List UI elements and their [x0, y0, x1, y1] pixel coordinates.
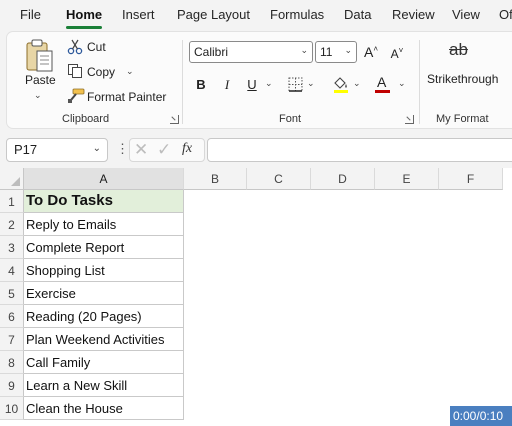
chevron-down-icon: ⌄ [92, 143, 101, 154]
paste-button[interactable]: Paste [25, 73, 56, 87]
insert-function-button[interactable]: fx [182, 141, 192, 157]
row-header[interactable]: 8 [0, 351, 24, 374]
tab-review[interactable]: Review [392, 7, 435, 22]
formula-input[interactable] [207, 138, 512, 162]
ribbon: Paste ⌄ Cut Copy ⌄ Format Painter Clipbo… [6, 31, 512, 129]
row-header[interactable]: 10 [0, 397, 24, 420]
borders-dropdown-chevron-icon[interactable]: ⌄ [307, 78, 315, 89]
format-painter-icon [67, 88, 85, 109]
font-size-select[interactable]: 11 ⌄ [315, 41, 357, 63]
task-cell[interactable]: Clean the House [24, 397, 184, 420]
grow-font-button[interactable]: A˄ [363, 44, 379, 60]
row-header[interactable]: 9 [0, 374, 24, 397]
font-color-dropdown-chevron-icon[interactable]: ⌄ [398, 78, 406, 89]
tab-home[interactable]: Home [66, 7, 102, 22]
name-box[interactable]: P17 ⌄ [6, 138, 108, 162]
underline-button[interactable]: U [244, 77, 260, 92]
table-header-cell[interactable]: To Do Tasks [24, 190, 184, 213]
spreadsheet-grid[interactable]: A B C D E F 1 To Do Tasks 2 Reply to Emails 3 Compl… [0, 168, 512, 426]
font-color-bar [375, 90, 390, 93]
font-name-select[interactable]: Calibri ⌄ [189, 41, 313, 63]
shrink-font-button[interactable]: A˅ [389, 46, 405, 61]
italic-button[interactable]: I [219, 77, 235, 93]
row-header[interactable]: 5 [0, 282, 24, 305]
row-header[interactable]: 6 [0, 305, 24, 328]
row-header[interactable]: 1 [0, 190, 24, 213]
font-size-value: 11 [320, 45, 333, 59]
excel-window: File Home Insert Page Layout Formulas Da… [0, 0, 512, 426]
font-launcher-icon[interactable] [405, 115, 414, 124]
tab-page-layout[interactable]: Page Layout [177, 7, 250, 22]
tab-formulas[interactable]: Formulas [270, 7, 324, 22]
tab-data[interactable]: Data [344, 7, 371, 22]
font-group-label: Font [279, 113, 302, 125]
chevron-down-icon: ⌄ [344, 45, 352, 55]
shrink-font-glyph: A [390, 47, 399, 61]
select-all-button[interactable] [0, 168, 24, 190]
formula-actions: ✕ ✓ fx [129, 138, 205, 162]
strikethrough-button[interactable]: Strikethrough [427, 72, 498, 86]
fill-color-icon[interactable] [332, 75, 350, 98]
grow-font-glyph: A [363, 44, 374, 60]
task-cell[interactable]: Complete Report [24, 236, 184, 259]
task-cell[interactable]: Call Family [24, 351, 184, 374]
tab-file[interactable]: File [20, 7, 41, 22]
clipboard-group-label: Clipboard [62, 113, 110, 125]
ribbon-divider [419, 40, 420, 124]
column-header-b[interactable]: B [184, 168, 247, 190]
font-name-value: Calibri [194, 45, 229, 59]
tab-overflow[interactable]: Of [499, 7, 512, 22]
task-cell[interactable]: Exercise [24, 282, 184, 305]
task-cell[interactable]: Reading (20 Pages) [24, 305, 184, 328]
tab-view[interactable]: View [452, 7, 480, 22]
column-header-e[interactable]: E [375, 168, 439, 190]
tab-insert[interactable]: Insert [122, 7, 155, 22]
column-header-f[interactable]: F [439, 168, 503, 190]
video-timer: 0:00/0:10 [450, 406, 512, 426]
row-header[interactable]: 2 [0, 213, 24, 236]
font-color-glyph: A [377, 74, 387, 90]
fill-color-dropdown-chevron-icon[interactable]: ⌄ [353, 78, 361, 89]
copy-icon [67, 63, 83, 84]
row-header[interactable]: 4 [0, 259, 24, 282]
column-header-c[interactable]: C [247, 168, 311, 190]
cut-icon [67, 39, 83, 60]
row-header[interactable]: 3 [0, 236, 24, 259]
cut-button[interactable]: Cut [87, 40, 106, 54]
paste-dropdown-chevron-icon[interactable]: ⌄ [34, 90, 42, 101]
strikethrough-icon-text: ab [449, 40, 468, 59]
task-cell[interactable]: Reply to Emails [24, 213, 184, 236]
row-header[interactable]: 7 [0, 328, 24, 351]
enter-icon[interactable]: ✓ [157, 140, 171, 160]
borders-icon[interactable] [288, 77, 303, 97]
copy-dropdown-chevron-icon[interactable]: ⌄ [126, 66, 134, 77]
task-cell[interactable]: Shopping List [24, 259, 184, 282]
task-cell[interactable]: Learn a New Skill [24, 374, 184, 397]
copy-button[interactable]: Copy [87, 65, 115, 79]
name-box-value: P17 [14, 142, 38, 157]
chevron-down-icon: ⌄ [300, 45, 308, 55]
format-painter-button[interactable]: Format Painter [87, 90, 166, 104]
column-header-d[interactable]: D [311, 168, 375, 190]
more-options-icon[interactable]: ⋮ [116, 141, 129, 157]
clipboard-launcher-icon[interactable] [170, 115, 179, 124]
ribbon-divider [182, 40, 183, 124]
cancel-icon[interactable]: ✕ [134, 140, 148, 160]
task-cell[interactable]: Plan Weekend Activities [24, 328, 184, 351]
menu-bar: File Home Insert Page Layout Formulas Da… [0, 0, 512, 30]
column-header-a[interactable]: A [24, 168, 184, 190]
underline-dropdown-chevron-icon[interactable]: ⌄ [265, 78, 273, 89]
my-format-group-label: My Format [436, 113, 489, 125]
active-tab-indicator [66, 26, 102, 29]
font-color-button[interactable]: A [374, 73, 392, 93]
formula-bar: P17 ⌄ ⋮ ✕ ✓ fx [0, 135, 512, 167]
bold-button[interactable]: B [193, 77, 209, 92]
strikethrough-icon[interactable]: ab [449, 40, 468, 60]
